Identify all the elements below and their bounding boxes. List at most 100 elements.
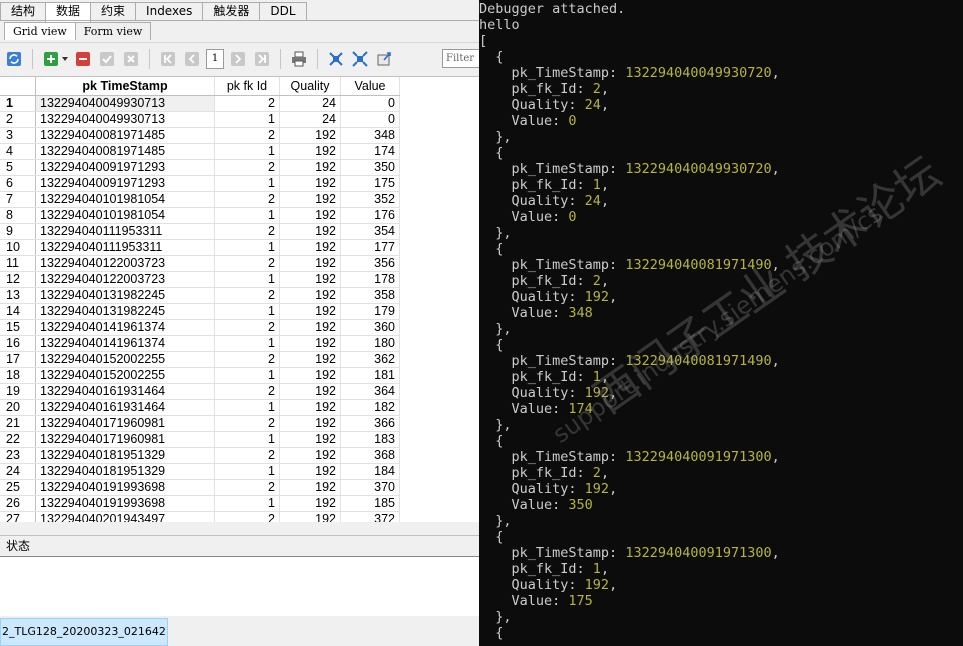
print-button[interactable] — [289, 49, 309, 69]
table-row[interactable]: 8 132294040101981054 1 192 176 — [0, 207, 400, 224]
table-row[interactable]: 22 132294040171960981 1 192 183 — [0, 431, 400, 448]
cell-timestamp[interactable]: 132294040122003723 — [35, 255, 215, 272]
cell-value[interactable]: 350 — [340, 159, 400, 176]
cell-fk-id[interactable]: 1 — [214, 463, 280, 480]
cell-fk-id[interactable]: 2 — [214, 223, 280, 240]
table-row[interactable]: 1 132294040049930713 2 24 0 — [0, 95, 400, 112]
cell-value[interactable]: 356 — [340, 255, 400, 272]
cell-value[interactable]: 370 — [340, 479, 400, 496]
add-row-dropdown[interactable] — [61, 49, 69, 69]
cell-fk-id[interactable]: 1 — [214, 367, 280, 384]
cell-quality[interactable]: 192 — [279, 367, 341, 384]
table-row[interactable]: 14 132294040131982245 1 192 179 — [0, 303, 400, 320]
cell-quality[interactable]: 192 — [279, 495, 341, 512]
cell-timestamp[interactable]: 132294040152002255 — [35, 351, 215, 368]
cell-fk-id[interactable]: 2 — [214, 159, 280, 176]
cell-quality[interactable]: 192 — [279, 383, 341, 400]
cell-fk-id[interactable]: 2 — [214, 287, 280, 304]
table-row[interactable]: 4 132294040081971485 1 192 174 — [0, 143, 400, 160]
apply-button[interactable] — [97, 49, 117, 69]
cell-timestamp[interactable]: 132294040122003723 — [35, 271, 215, 288]
cell-value[interactable]: 181 — [340, 367, 400, 384]
table-row[interactable]: 11 132294040122003723 2 192 356 — [0, 255, 400, 272]
table-row[interactable]: 18 132294040152002255 1 192 181 — [0, 367, 400, 384]
export-button[interactable] — [374, 49, 394, 69]
cell-timestamp[interactable]: 132294040191993698 — [35, 479, 215, 496]
filter-input[interactable]: Filter — [442, 49, 479, 68]
cell-fk-id[interactable]: 2 — [214, 319, 280, 336]
cell-fk-id[interactable]: 2 — [214, 383, 280, 400]
cell-timestamp[interactable]: 132294040091971293 — [35, 159, 215, 176]
prev-page-button[interactable] — [182, 49, 202, 69]
table-row[interactable]: 5 132294040091971293 2 192 350 — [0, 159, 400, 176]
cell-value[interactable]: 366 — [340, 415, 400, 432]
cell-timestamp[interactable]: 132294040141961374 — [35, 335, 215, 352]
cell-fk-id[interactable]: 1 — [214, 495, 280, 512]
cell-fk-id[interactable]: 1 — [214, 207, 280, 224]
cell-timestamp[interactable]: 132294040191993698 — [35, 495, 215, 512]
main-tab[interactable]: 触发器 — [202, 2, 261, 20]
cell-value[interactable]: 185 — [340, 495, 400, 512]
cell-value[interactable]: 178 — [340, 271, 400, 288]
cell-timestamp[interactable]: 132294040081971485 — [35, 127, 215, 144]
cell-value[interactable]: 368 — [340, 447, 400, 464]
table-row[interactable]: 6 132294040091971293 1 192 175 — [0, 175, 400, 192]
cell-timestamp[interactable]: 132294040131982245 — [35, 303, 215, 320]
cell-value[interactable]: 352 — [340, 191, 400, 208]
next-page-button[interactable] — [228, 49, 248, 69]
cell-quality[interactable]: 192 — [279, 143, 341, 160]
table-row[interactable]: 23 132294040181951329 2 192 368 — [0, 447, 400, 464]
cell-quality[interactable]: 192 — [279, 479, 341, 496]
cell-value[interactable]: 182 — [340, 399, 400, 416]
cell-quality[interactable]: 24 — [279, 95, 341, 112]
table-row[interactable]: 25 132294040191993698 2 192 370 — [0, 479, 400, 496]
cell-quality[interactable]: 192 — [279, 223, 341, 240]
cell-fk-id[interactable]: 1 — [214, 271, 280, 288]
cell-value[interactable]: 177 — [340, 239, 400, 256]
table-row[interactable]: 2 132294040049930713 1 24 0 — [0, 111, 400, 128]
column-header-timestamp[interactable]: pk TimeStamp — [35, 77, 215, 96]
cell-fk-id[interactable]: 2 — [214, 191, 280, 208]
horizontal-scrollbar[interactable] — [0, 522, 479, 532]
cell-timestamp[interactable]: 132294040101981054 — [35, 191, 215, 208]
discard-button[interactable] — [121, 49, 141, 69]
cell-value[interactable]: 0 — [340, 111, 400, 128]
cell-timestamp[interactable]: 132294040161931464 — [35, 399, 215, 416]
main-tab[interactable]: 结构 — [0, 2, 47, 20]
cell-fk-id[interactable]: 1 — [214, 303, 280, 320]
cell-timestamp[interactable]: 132294040049930713 — [35, 95, 215, 112]
table-row[interactable]: 15 132294040141961374 2 192 360 — [0, 319, 400, 336]
add-row-button[interactable] — [41, 49, 61, 69]
cell-quality[interactable]: 192 — [279, 159, 341, 176]
column-header-quality[interactable]: Quality — [279, 77, 341, 96]
cell-timestamp[interactable]: 132294040171960981 — [35, 431, 215, 448]
table-row[interactable]: 12 132294040122003723 1 192 178 — [0, 271, 400, 288]
refresh-button[interactable] — [4, 49, 24, 69]
page-number-field[interactable]: 1 — [206, 49, 224, 69]
cell-timestamp[interactable]: 132294040171960981 — [35, 415, 215, 432]
first-page-button[interactable] — [158, 49, 178, 69]
cell-quality[interactable]: 192 — [279, 127, 341, 144]
table-row[interactable]: 24 132294040181951329 1 192 184 — [0, 463, 400, 480]
cell-quality[interactable]: 192 — [279, 239, 341, 256]
view-tab[interactable]: Grid view — [4, 22, 76, 40]
main-tab[interactable]: DDL — [259, 2, 307, 20]
cell-timestamp[interactable]: 132294040111953311 — [35, 239, 215, 256]
expand-button[interactable] — [350, 49, 370, 69]
cell-quality[interactable]: 192 — [279, 431, 341, 448]
collapse-button[interactable] — [326, 49, 346, 69]
cell-value[interactable]: 183 — [340, 431, 400, 448]
cell-quality[interactable]: 192 — [279, 351, 341, 368]
cell-fk-id[interactable]: 2 — [214, 415, 280, 432]
view-tab[interactable]: Form view — [74, 22, 152, 40]
cell-quality[interactable]: 192 — [279, 303, 341, 320]
cell-value[interactable]: 179 — [340, 303, 400, 320]
table-row[interactable]: 10 132294040111953311 1 192 177 — [0, 239, 400, 256]
table-row[interactable]: 16 132294040141961374 1 192 180 — [0, 335, 400, 352]
cell-fk-id[interactable]: 2 — [214, 447, 280, 464]
cell-value[interactable]: 354 — [340, 223, 400, 240]
table-row[interactable]: 19 132294040161931464 2 192 364 — [0, 383, 400, 400]
cell-quality[interactable]: 24 — [279, 111, 341, 128]
cell-fk-id[interactable]: 1 — [214, 335, 280, 352]
cell-quality[interactable]: 192 — [279, 447, 341, 464]
